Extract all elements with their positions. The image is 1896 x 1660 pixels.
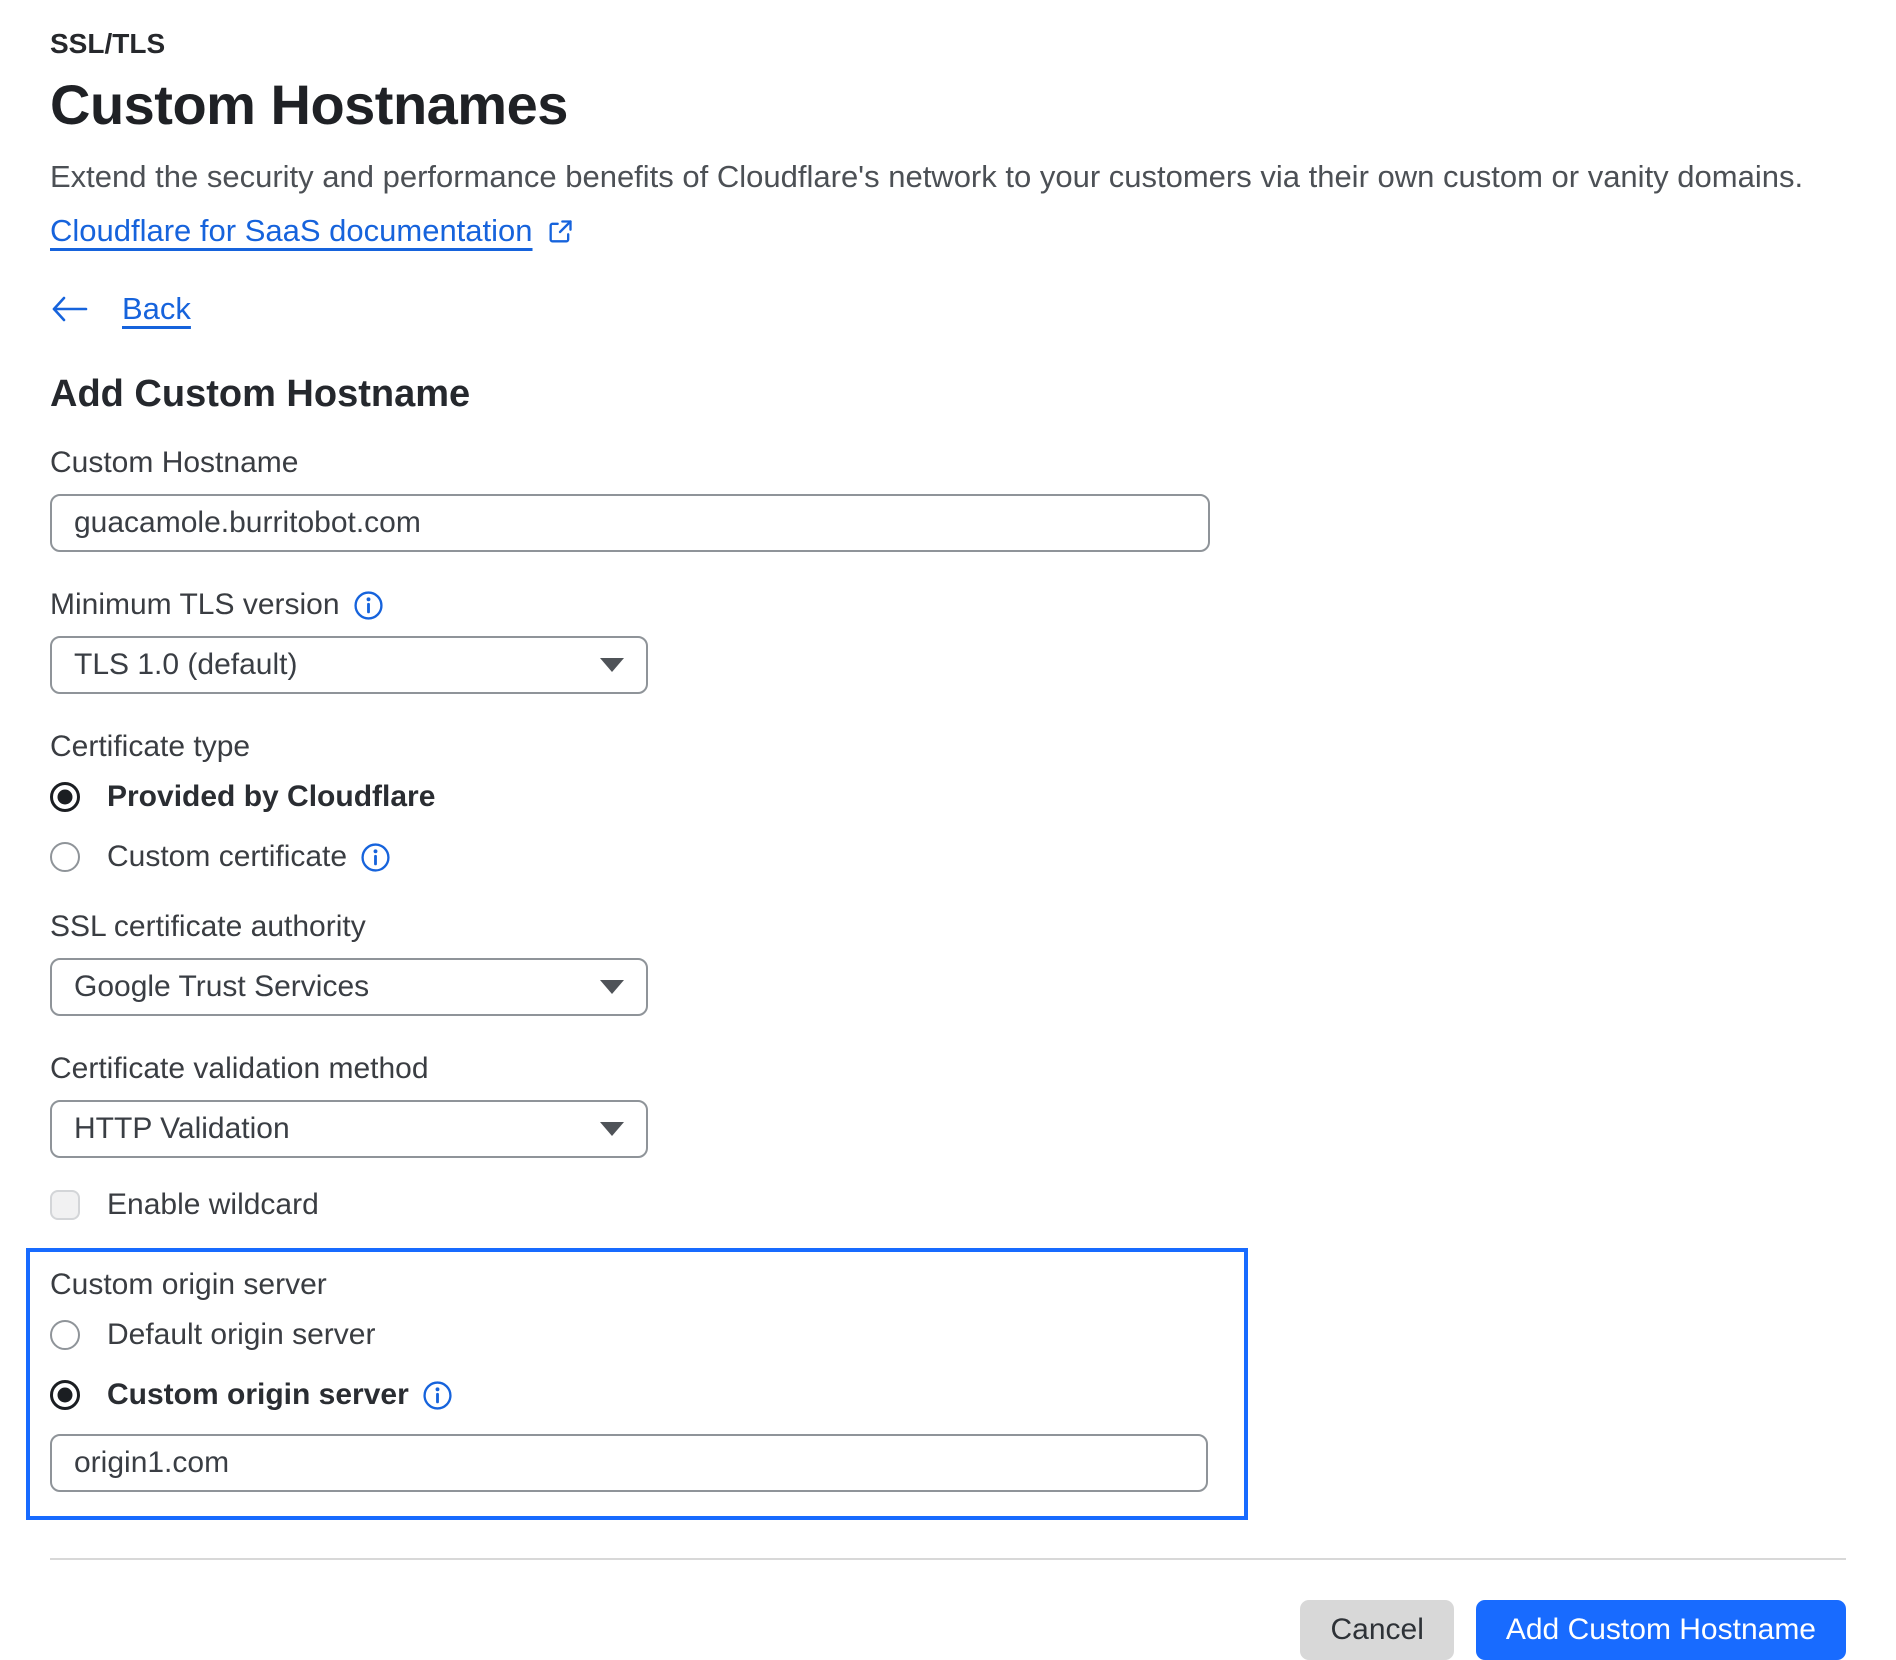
radio-icon [50, 1380, 80, 1410]
ssl-authority-label-text: SSL certificate authority [50, 910, 366, 944]
certificate-type-label-text: Certificate type [50, 730, 250, 764]
validation-method-selected-value: HTTP Validation [74, 1112, 290, 1146]
min-tls-label: Minimum TLS version [50, 588, 1846, 622]
min-tls-label-text: Minimum TLS version [50, 588, 340, 622]
back-link[interactable]: Back [122, 291, 191, 327]
external-link-icon [546, 218, 574, 246]
custom-hostname-input[interactable] [50, 494, 1210, 552]
radio-label: Custom certificate [107, 840, 347, 874]
enable-wildcard-label: Enable wildcard [107, 1188, 319, 1222]
ssl-authority-selected-value: Google Trust Services [74, 970, 369, 1004]
add-custom-hostname-button[interactable]: Add Custom Hostname [1476, 1600, 1846, 1660]
min-tls-selected-value: TLS 1.0 (default) [74, 648, 297, 682]
back-row: Back [50, 291, 1846, 327]
saas-documentation-link[interactable]: Cloudflare for SaaS documentation [50, 213, 533, 249]
radio-label: Custom origin server [107, 1378, 409, 1412]
page-title: Custom Hostnames [50, 72, 1846, 137]
chevron-down-icon [600, 980, 624, 994]
info-icon[interactable] [422, 1380, 453, 1411]
enable-wildcard-checkbox-row[interactable]: Enable wildcard [50, 1188, 1846, 1222]
breadcrumb: SSL/TLS [50, 28, 1846, 60]
radio-icon [50, 1320, 80, 1350]
radio-label-wrap: Custom certificate [107, 840, 391, 874]
info-icon[interactable] [353, 590, 384, 621]
cancel-button[interactable]: Cancel [1300, 1600, 1453, 1660]
custom-hostnames-page: SSL/TLS Custom Hostnames Extend the secu… [0, 0, 1896, 1660]
radio-default-origin-server[interactable]: Default origin server [50, 1318, 1224, 1352]
custom-origin-server-label-text: Custom origin server [50, 1268, 327, 1302]
certificate-type-label: Certificate type [50, 730, 1846, 764]
radio-provided-by-cloudflare[interactable]: Provided by Cloudflare [50, 780, 1846, 814]
radio-label: Default origin server [107, 1318, 375, 1352]
radio-custom-certificate[interactable]: Custom certificate [50, 840, 1846, 874]
min-tls-select[interactable]: TLS 1.0 (default) [50, 636, 648, 694]
form-heading: Add Custom Hostname [50, 373, 1846, 416]
page-description: Extend the security and performance bene… [50, 159, 1846, 195]
chevron-down-icon [600, 658, 624, 672]
footer-actions: Cancel Add Custom Hostname [50, 1600, 1846, 1660]
custom-hostname-label: Custom Hostname [50, 446, 1846, 480]
chevron-down-icon [600, 1122, 624, 1136]
custom-origin-server-label: Custom origin server [50, 1268, 1224, 1302]
doc-link-row: Cloudflare for SaaS documentation [50, 213, 1846, 249]
info-icon[interactable] [360, 842, 391, 873]
custom-hostname-label-text: Custom Hostname [50, 446, 298, 480]
divider [50, 1558, 1846, 1560]
radio-custom-origin-server[interactable]: Custom origin server [50, 1378, 1224, 1412]
checkbox-icon[interactable] [50, 1190, 80, 1220]
custom-origin-server-input[interactable] [50, 1434, 1208, 1492]
radio-label: Provided by Cloudflare [107, 780, 435, 814]
back-arrow-icon[interactable] [50, 294, 90, 324]
ssl-authority-select[interactable]: Google Trust Services [50, 958, 648, 1016]
custom-origin-server-section: Custom origin server Default origin serv… [26, 1248, 1248, 1520]
validation-method-select[interactable]: HTTP Validation [50, 1100, 648, 1158]
radio-icon [50, 842, 80, 872]
ssl-authority-label: SSL certificate authority [50, 910, 1846, 944]
validation-method-label: Certificate validation method [50, 1052, 1846, 1086]
radio-icon [50, 782, 80, 812]
validation-method-label-text: Certificate validation method [50, 1052, 429, 1086]
radio-label-wrap: Custom origin server [107, 1378, 453, 1412]
